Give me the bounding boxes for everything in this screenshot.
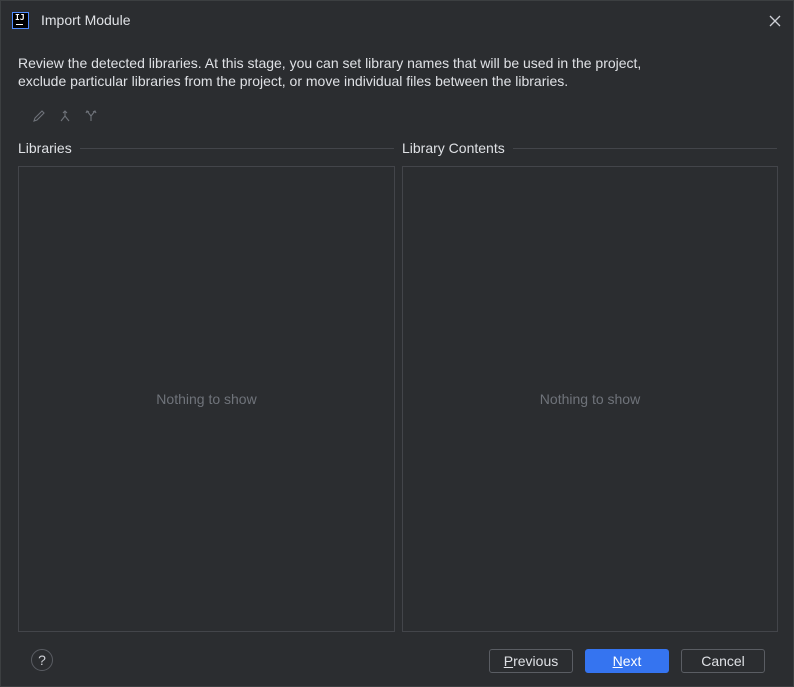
merge-icon xyxy=(60,110,70,122)
library-contents-label: Library Contents xyxy=(402,140,513,156)
description-line-1: Review the detected libraries. At this s… xyxy=(18,55,642,71)
import-module-dialog: IJ Import Module Review the detected lib… xyxy=(0,0,794,687)
cancel-button[interactable]: Cancel xyxy=(681,649,765,673)
library-contents-empty-text: Nothing to show xyxy=(539,391,641,407)
edit-icon xyxy=(33,110,45,122)
rename-button[interactable] xyxy=(29,106,49,126)
title-bar: IJ Import Module xyxy=(1,1,793,41)
description-line-2: exclude particular libraries from the pr… xyxy=(18,73,569,89)
dialog-title: Import Module xyxy=(41,12,131,28)
library-toolbar xyxy=(29,106,101,126)
merge-button[interactable] xyxy=(55,106,75,126)
intellij-app-icon: IJ xyxy=(12,12,29,29)
libraries-label: Libraries xyxy=(18,140,80,156)
help-button[interactable]: ? xyxy=(31,649,53,671)
libraries-empty-text: Nothing to show xyxy=(156,391,257,407)
description-text: Review the detected libraries. At this s… xyxy=(18,54,758,90)
help-icon: ? xyxy=(38,652,46,668)
library-contents-tree[interactable]: Nothing to show xyxy=(402,166,778,632)
split-button[interactable] xyxy=(81,106,101,126)
close-icon xyxy=(769,15,781,27)
split-icon xyxy=(85,110,97,121)
previous-button[interactable]: Previous xyxy=(489,649,573,673)
close-button[interactable] xyxy=(765,11,785,31)
next-button[interactable]: Next xyxy=(585,649,669,673)
libraries-list[interactable]: Nothing to show xyxy=(18,166,395,632)
